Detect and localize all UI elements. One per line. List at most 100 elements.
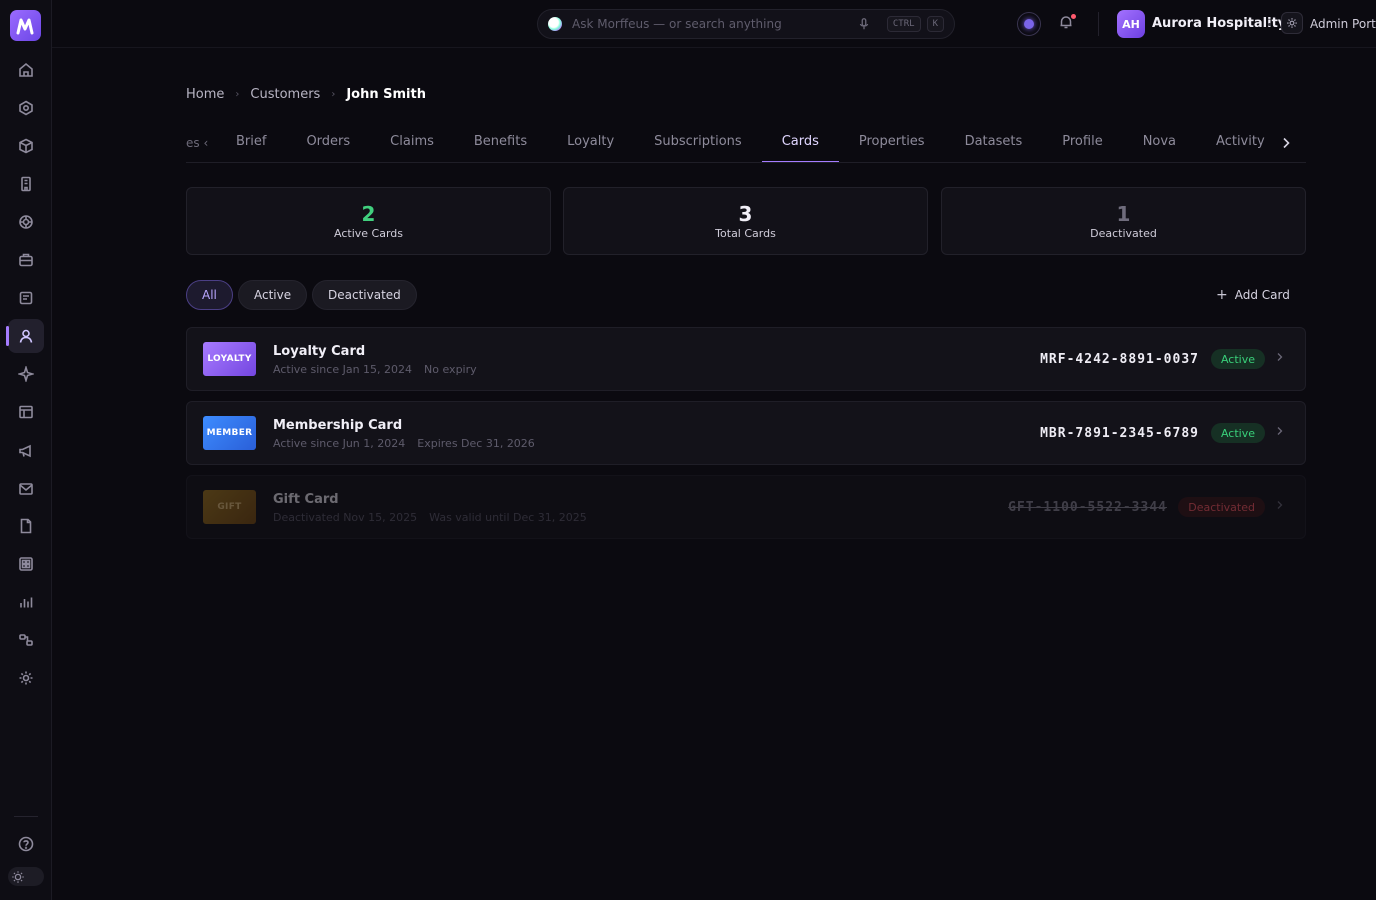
breadcrumb-home[interactable]: Home: [186, 87, 224, 102]
breadcrumb-current: John Smith: [346, 87, 426, 102]
nav-help[interactable]: [8, 827, 44, 861]
card-thumbnail: LOYALTY: [203, 342, 256, 376]
hexagon-icon: [19, 100, 33, 116]
globe-icon: [19, 215, 33, 229]
add-card-button[interactable]: + Add Card: [1216, 287, 1290, 303]
plus-icon: +: [1216, 287, 1228, 303]
stat-deactivated: 1 Deactivated: [941, 187, 1306, 255]
status-badge: Active: [1210, 423, 1265, 443]
tab-claims[interactable]: Claims: [370, 123, 454, 162]
portal-icon[interactable]: [1281, 12, 1303, 34]
nav-file[interactable]: [8, 509, 44, 543]
nav-customers[interactable]: [6, 319, 44, 353]
separator-dot: [1268, 23, 1271, 26]
theme-toggle[interactable]: [8, 867, 44, 886]
nav-home[interactable]: [8, 53, 44, 87]
briefcase-icon: [19, 253, 33, 267]
chevron-right-icon: ›: [235, 89, 240, 100]
tab-partial[interactable]: es ‹: [186, 136, 216, 150]
portal-name[interactable]: Admin Portal: [1310, 17, 1376, 31]
tabs-scroll-right[interactable]: [1266, 123, 1306, 162]
stat-value: 2: [361, 202, 376, 226]
filter-deactivated[interactable]: Deactivated: [312, 280, 417, 310]
card-thumbnail: GIFT: [203, 490, 256, 524]
tab-orders[interactable]: Orders: [286, 123, 370, 162]
nav-megaphone[interactable]: [8, 434, 44, 468]
tab-nova[interactable]: Nova: [1123, 123, 1196, 162]
stat-label: Total Cards: [715, 227, 776, 240]
building-icon: [21, 176, 31, 192]
logo-icon: [16, 18, 33, 34]
status-badge: Deactivated: [1178, 497, 1265, 517]
mail-icon: [19, 483, 33, 495]
tab-benefits[interactable]: Benefits: [454, 123, 547, 162]
flow-icon: [19, 634, 33, 646]
nav-bar-chart[interactable]: [8, 585, 44, 619]
chevron-right-icon: [1283, 137, 1290, 148]
nav-globe[interactable]: [8, 205, 44, 239]
sparkle-icon: [18, 366, 34, 382]
filter-active[interactable]: Active: [238, 280, 308, 310]
nav-settings[interactable]: [8, 661, 44, 695]
nav-briefcase[interactable]: [8, 243, 44, 277]
chevron-right-icon: [1277, 501, 1283, 509]
search-bar[interactable]: Ask Morffeus — or search anything CTRL K: [537, 9, 955, 39]
sun-icon: [11, 870, 25, 884]
nav-flow[interactable]: [8, 623, 44, 657]
tab-loyalty[interactable]: Loyalty: [547, 123, 634, 162]
nav-grid[interactable]: [8, 547, 44, 581]
tab-bar: es ‹ Brief Orders Claims Benefits Loyalt…: [186, 123, 1306, 163]
megaphone-icon: [19, 444, 31, 458]
tab-cards[interactable]: Cards: [761, 123, 840, 162]
help-icon: [18, 836, 34, 852]
topbar-divider: [1098, 12, 1099, 36]
nav-document-list[interactable]: [8, 281, 44, 315]
card-number: MRF-4242-8891-0037: [1040, 352, 1199, 367]
topbar: Ask Morffeus — or search anything CTRL K…: [52, 0, 1376, 48]
assistant-orb-icon: [548, 17, 562, 31]
tab-subscriptions[interactable]: Subscriptions: [634, 123, 762, 162]
stat-total-cards: 3 Total Cards: [563, 187, 928, 255]
card-number: GFT-1100-5522-3344: [1008, 500, 1167, 515]
stat-label: Deactivated: [1090, 227, 1157, 240]
nav-building[interactable]: [8, 167, 44, 201]
nav-cube[interactable]: [8, 129, 44, 163]
notification-dot: [1071, 14, 1076, 19]
app-logo[interactable]: [10, 10, 41, 41]
nav-mail[interactable]: [8, 472, 44, 506]
tab-profile[interactable]: Profile: [1042, 123, 1122, 162]
table-icon: [19, 405, 33, 419]
org-name[interactable]: Aurora Hospitality: [1152, 16, 1286, 31]
org-avatar[interactable]: AH: [1117, 10, 1145, 38]
card-row-loyalty[interactable]: LOYALTY Loyalty Card Active since Jan 15…: [186, 327, 1306, 391]
assistant-button[interactable]: [1017, 12, 1041, 36]
tab-datasets[interactable]: Datasets: [945, 123, 1043, 162]
nav-sparkle[interactable]: [8, 357, 44, 391]
breadcrumb-customers[interactable]: Customers: [250, 87, 320, 102]
nav-hexagon[interactable]: [8, 91, 44, 125]
shortcut-key-ctrl: CTRL: [886, 16, 921, 32]
document-list-icon: [19, 291, 33, 305]
card-row-membership[interactable]: MEMBER Membership Card Active since Jun …: [186, 401, 1306, 465]
stat-value: 1: [1116, 202, 1131, 226]
search-placeholder: Ask Morffeus — or search anything: [572, 17, 782, 31]
chevron-right-icon: [1277, 353, 1283, 361]
stat-active-cards: 2 Active Cards: [186, 187, 551, 255]
sidebar: [0, 0, 52, 900]
tab-brief[interactable]: Brief: [216, 123, 286, 162]
notifications-button[interactable]: [1058, 14, 1076, 32]
filter-all[interactable]: All: [186, 280, 233, 310]
nav-table[interactable]: [8, 395, 44, 429]
card-subtitle: Active since Jun 1, 2024 Expires Dec 31, …: [273, 437, 535, 450]
tab-properties[interactable]: Properties: [839, 123, 945, 162]
bar-chart-icon: [20, 597, 33, 608]
card-title: Membership Card: [273, 418, 403, 433]
add-card-label: Add Card: [1234, 288, 1290, 302]
file-icon: [20, 518, 32, 534]
stat-value: 3: [738, 202, 753, 226]
card-title: Gift Card: [273, 492, 339, 507]
status-badge: Active: [1210, 349, 1265, 369]
chevron-right-icon: [1277, 427, 1283, 435]
card-row-gift[interactable]: GIFT Gift Card Deactivated Nov 15, 2025 W…: [186, 475, 1306, 539]
microphone-icon[interactable]: [857, 17, 871, 31]
